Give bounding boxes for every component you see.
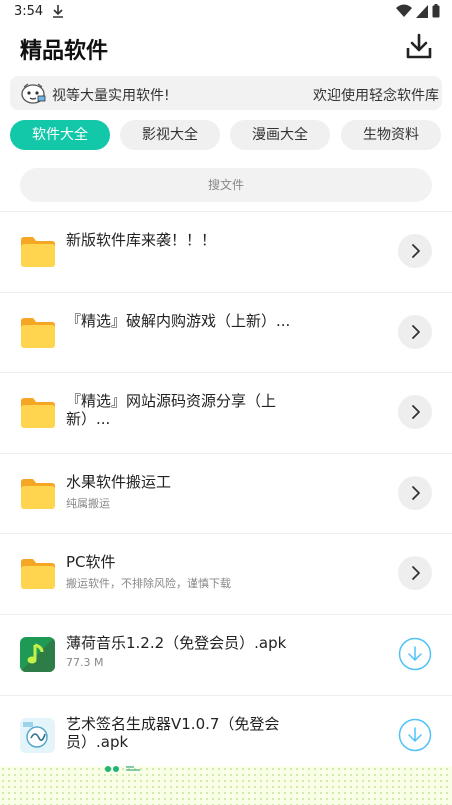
item-title: 新版软件库来袭！！！ [66,231,217,249]
download-status-icon [53,5,63,18]
app-header: 精品软件 [0,24,452,72]
wifi-icon [396,4,412,17]
item-title: 水果软件搬运工 [66,473,172,491]
item-subtitle: 搬运软件，不排除风险，谨慎下载 [66,577,231,590]
ad-graphic-icon [105,766,140,772]
signature-app-icon [20,718,55,753]
item-title: 艺术签名生成器V1.0.7（免登会员）.apk [66,715,280,751]
download-manager-icon[interactable] [404,32,434,62]
chevron-right-icon[interactable] [398,476,432,510]
ad-banner[interactable] [0,766,452,805]
search-input[interactable]: 搜文件 [20,168,432,202]
download-icon[interactable] [398,637,432,671]
mascot-icon [21,83,46,104]
status-bar: 3:54 [0,0,452,24]
chevron-right-icon[interactable] [398,556,432,590]
item-title: 薄荷音乐1.2.2（免登会员）.apk [66,634,287,652]
status-icons [396,4,440,18]
list-item[interactable]: 新版软件库来袭！！！ [0,211,452,291]
notice-marquee[interactable]: 视等大量实用软件! 欢迎使用轻念软件库 [10,76,442,110]
category-tabs: 软件大全 影视大全 漫画大全 生物资料 [10,120,452,152]
page-title: 精品软件 [20,39,109,64]
tab-comics[interactable]: 漫画大全 [230,120,330,150]
item-size: 77.3 M [66,656,104,669]
folder-icon [21,318,55,348]
chevron-right-icon[interactable] [398,315,432,349]
status-time: 3:54 [14,4,44,19]
folder-icon [21,398,55,428]
list-item[interactable]: 水果软件搬运工 纯属搬运 [0,453,452,533]
item-title: 『精选』网站源码资源分享（上新）... [66,392,277,428]
list-item[interactable]: 薄荷音乐1.2.2（免登会员）.apk 77.3 M [0,614,452,694]
tab-movies[interactable]: 影视大全 [120,120,220,150]
signal-icon [416,4,428,18]
marquee-text-left: 视等大量实用软件! [52,88,170,104]
battery-icon [432,4,440,18]
tab-software[interactable]: 软件大全 [10,120,110,150]
folder-icon [21,237,55,267]
tab-biology[interactable]: 生物资料 [341,120,441,150]
marquee-text-right: 欢迎使用轻念软件库 [313,88,439,104]
item-title: PC软件 [66,553,116,571]
list-item[interactable]: 『精选』网站源码资源分享（上新）... [0,372,452,452]
app-icon-signature [20,718,55,753]
chevron-right-icon[interactable] [398,395,432,429]
list-item[interactable]: 『精选』破解内购游戏（上新）... [0,292,452,372]
folder-icon [21,479,55,509]
item-title: 『精选』破解内购游戏（上新）... [66,312,291,330]
list-item[interactable]: 艺术签名生成器V1.0.7（免登会员）.apk [0,695,452,775]
download-icon[interactable] [398,718,432,752]
item-subtitle: 纯属搬运 [66,497,110,510]
folder-icon [21,559,55,589]
list-item[interactable]: PC软件 搬运软件，不排除风险，谨慎下载 [0,533,452,613]
app-icon-music [20,637,55,672]
music-note-icon [20,637,55,672]
chevron-right-icon[interactable] [398,234,432,268]
